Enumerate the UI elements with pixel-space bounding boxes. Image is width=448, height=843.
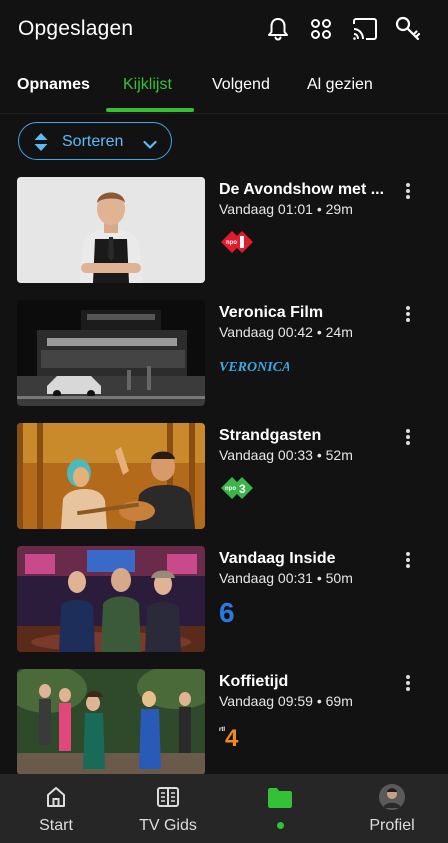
channel-logo-npo1: npo [219, 229, 255, 255]
list-item[interactable]: Veronica Film Vandaag 00:42 • 24m VERONI… [0, 300, 448, 410]
program-title: Vandaag Inside [219, 550, 336, 567]
more-options-icon[interactable] [400, 427, 416, 447]
program-title: Koffietijd [219, 673, 289, 690]
list-item[interactable]: Vandaag Inside Vandaag 00:31 • 50m 6 [0, 546, 448, 656]
thumbnail-image[interactable] [17, 300, 205, 406]
svg-text:npo: npo [225, 486, 236, 492]
nav-label: TV Gids [139, 817, 197, 834]
sort-button[interactable]: Sorteren [18, 122, 172, 160]
nav-label: Start [39, 817, 73, 834]
bottom-navigation: Start TV Gids Profiel [0, 774, 448, 843]
nav-tv-gids[interactable]: TV Gids [128, 774, 208, 843]
nav-start[interactable]: Start [16, 774, 96, 843]
tab-volgend[interactable]: Volgend [212, 76, 270, 94]
more-options-icon[interactable] [400, 304, 416, 324]
svg-text:3: 3 [239, 482, 246, 496]
avatar [379, 784, 405, 815]
program-meta: Vandaag 01:01 • 29m [219, 201, 353, 217]
list-item[interactable]: De Avondshow met ... Vandaag 01:01 • 29m… [0, 177, 448, 287]
tv-guide-icon [156, 786, 180, 813]
svg-text:6: 6 [219, 598, 235, 626]
channel-logo-rtl4: rtl 4 [219, 721, 245, 752]
program-title: Veronica Film [219, 304, 324, 321]
nav-label: Profiel [369, 817, 415, 834]
tab-al-gezien[interactable]: Al gezien [307, 76, 373, 94]
sort-arrows-icon [33, 132, 49, 157]
svg-text:npo: npo [226, 240, 237, 246]
page-title: Opgeslagen [18, 17, 134, 40]
active-tab-indicator [106, 108, 194, 112]
program-meta: Vandaag 00:42 • 24m [219, 324, 353, 340]
list-item[interactable]: Koffietijd Vandaag 09:59 • 69m rtl 4 [0, 669, 448, 779]
sort-label: Sorteren [62, 133, 124, 150]
bell-icon[interactable] [263, 14, 293, 44]
apps-grid-icon[interactable] [306, 14, 336, 44]
program-meta: Vandaag 00:31 • 50m [219, 570, 353, 586]
program-title: Strandgasten [219, 427, 322, 444]
nav-opgeslagen[interactable] [240, 774, 320, 843]
program-title: De Avondshow met ... [219, 181, 385, 198]
cast-icon[interactable] [350, 14, 380, 44]
app-header: Opgeslagen [0, 0, 448, 60]
home-icon [45, 786, 67, 813]
tab-kijklijst[interactable]: Kijklijst [123, 76, 172, 94]
thumbnail-image[interactable] [17, 546, 205, 652]
chevron-down-icon [143, 137, 157, 155]
svg-text:VERONICA: VERONICA [219, 360, 289, 375]
channel-logo-npo3: 3 npo [219, 475, 255, 501]
thumbnail-image[interactable] [17, 669, 205, 775]
channel-logo-6: 6 [219, 597, 241, 628]
key-icon[interactable] [393, 14, 423, 44]
svg-text:4: 4 [225, 725, 239, 749]
active-indicator-dot [276, 822, 284, 829]
tab-bar: Opnames Kijklijst Volgend Al gezien [0, 70, 448, 114]
nav-profiel[interactable]: Profiel [352, 774, 432, 843]
thumbnail-image[interactable] [17, 423, 205, 529]
more-options-icon[interactable] [400, 673, 416, 693]
tab-opnames[interactable]: Opnames [17, 76, 90, 94]
program-meta: Vandaag 00:33 • 52m [219, 447, 353, 463]
channel-logo-veronica: VERONICA [219, 356, 291, 382]
program-meta: Vandaag 09:59 • 69m [219, 693, 353, 709]
more-options-icon[interactable] [400, 181, 416, 201]
list-item[interactable]: Strandgasten Vandaag 00:33 • 52m 3 npo [0, 423, 448, 533]
folder-icon [267, 787, 293, 814]
thumbnail-image[interactable] [17, 177, 205, 283]
more-options-icon[interactable] [400, 550, 416, 570]
